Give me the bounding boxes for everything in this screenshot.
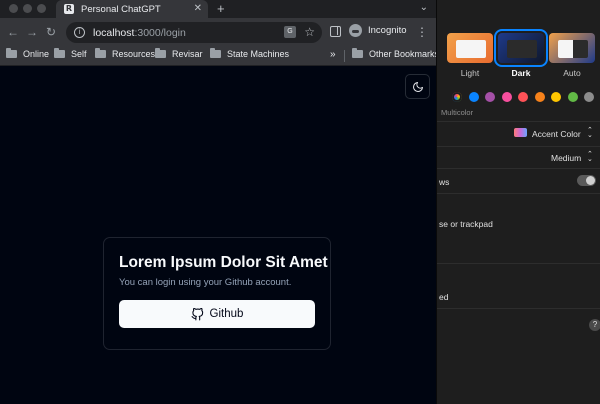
bookmark-folder-resources[interactable]: Resources (95, 48, 156, 59)
help-button[interactable]: ? (589, 319, 600, 331)
translate-icon[interactable]: G (284, 26, 296, 38)
settings-divider (437, 146, 600, 147)
folder-icon (95, 48, 106, 58)
folder-icon (210, 48, 221, 58)
browser-toolbar: ← → ↻ i localhost:3000/login G ☆ Incogni… (0, 18, 436, 46)
accent-color-value[interactable]: Accent Color (532, 129, 581, 139)
screen: R Personal ChatGPT ✕ + ⌄ ← → ↻ i localho… (0, 0, 600, 404)
url-path: :3000/login (134, 26, 186, 39)
tab-search-icon[interactable]: ⌄ (420, 2, 428, 13)
dark-window-preview (507, 40, 537, 58)
settings-row-trackpad: se or trackpad (439, 219, 493, 229)
theme-light-label: Light (460, 68, 480, 78)
github-login-button[interactable]: Github (119, 300, 315, 328)
settings-divider (437, 193, 600, 194)
theme-toggle-button[interactable] (405, 74, 430, 99)
settings-row-windows: ws (439, 177, 450, 187)
browser-tab[interactable]: R Personal ChatGPT ✕ (56, 0, 208, 18)
folder-icon (54, 48, 65, 58)
window-zoom-light[interactable] (37, 4, 46, 13)
accent-swatch[interactable] (551, 92, 561, 102)
settings-divider (437, 168, 600, 169)
new-tab-button[interactable]: + (217, 1, 225, 16)
theme-dark-label: Dark (511, 68, 531, 78)
window-minimize-light[interactable] (23, 4, 32, 13)
accent-swatch[interactable] (468, 92, 479, 102)
bookmark-label: State Machines (227, 49, 290, 59)
theme-dark-thumbnail[interactable] (494, 29, 548, 67)
theme-auto-label: Auto (563, 68, 581, 78)
back-button[interactable]: ← (7, 24, 19, 40)
folder-icon (155, 48, 166, 58)
accent-swatch[interactable] (534, 92, 545, 102)
auto-window-preview (558, 40, 588, 58)
multicolor-label: Multicolor (441, 108, 474, 117)
accent-stepper-icon[interactable]: ⌃ ⌄ (587, 127, 593, 139)
reload-button[interactable]: ↻ (46, 24, 56, 40)
bookmark-star-icon[interactable]: ☆ (304, 24, 315, 40)
accent-swatch[interactable] (584, 92, 594, 102)
bookmark-label: Other Bookmarks (369, 49, 440, 59)
light-window-preview (456, 40, 486, 58)
login-card: Lorem Ipsum Dolor Sit Amet You can login… (103, 237, 331, 350)
forward-button[interactable]: → (26, 24, 38, 40)
incognito-icon (349, 24, 362, 37)
bookmark-folder-online[interactable]: Online (6, 48, 50, 59)
settings-divider (437, 263, 600, 264)
accent-swatch[interactable] (485, 92, 495, 102)
bookmark-label: Resources (112, 49, 156, 59)
theme-light-thumbnail[interactable] (447, 33, 493, 63)
bookmarks-divider (344, 50, 345, 62)
browser-menu-icon[interactable]: ⋮ (416, 24, 428, 40)
bookmark-label: Self (71, 49, 87, 59)
folder-icon (6, 48, 17, 58)
site-info-icon[interactable]: i (74, 27, 85, 38)
settings-titlebar (437, 0, 600, 20)
accent-swatch[interactable] (452, 92, 462, 102)
settings-divider (437, 308, 600, 309)
github-button-label: Github (209, 308, 244, 320)
size-stepper-icon[interactable]: ⌃ ⌄ (587, 151, 593, 163)
login-subtitle: You can login using your Github account. (119, 277, 292, 288)
settings-row-ed: ed (439, 292, 449, 302)
accent-swatch[interactable] (518, 92, 528, 102)
settings-divider (437, 121, 600, 122)
bookmark-folder-self[interactable]: Self (54, 48, 87, 59)
theme-auto-thumbnail[interactable] (549, 33, 595, 63)
size-value[interactable]: Medium (551, 153, 581, 163)
tab-title: Personal ChatGPT (81, 3, 161, 15)
github-icon (191, 307, 203, 320)
close-tab-icon[interactable]: ✕ (194, 3, 202, 15)
incognito-indicator[interactable]: Incognito (349, 24, 407, 37)
accent-color-chip (514, 128, 527, 137)
login-page: Lorem Ipsum Dolor Sit Amet You can login… (0, 67, 436, 404)
accent-swatch[interactable] (567, 92, 578, 102)
bookmark-folder-state-machines[interactable]: State Machines (210, 48, 290, 59)
browser-window: R Personal ChatGPT ✕ + ⌄ ← → ↻ i localho… (0, 0, 440, 404)
side-panel-icon[interactable] (330, 26, 341, 37)
window-close-light[interactable] (9, 4, 18, 13)
tab-strip: R Personal ChatGPT ✕ + ⌄ (0, 0, 436, 18)
accent-swatch[interactable] (501, 92, 512, 102)
bookmark-label: Online (23, 49, 50, 59)
favicon-icon: R (64, 4, 74, 14)
toggle-knob (586, 176, 595, 185)
url-host: localhost (93, 26, 135, 39)
system-settings-window: Light Dark Auto Multicolor Accent Color … (436, 0, 600, 404)
bookmarks-bar: Online Self Resources Revisar State Mach… (0, 46, 440, 66)
bookmark-label: Revisar (172, 49, 203, 59)
more-bookmarks-chevron-icon[interactable]: » (330, 49, 336, 60)
bookmark-folder-revisar[interactable]: Revisar (155, 48, 203, 59)
url-text: localhost:3000/login (93, 27, 186, 39)
login-title: Lorem Ipsum Dolor Sit Amet (119, 254, 328, 271)
bookmark-folder-other[interactable]: Other Bookmarks (352, 48, 440, 59)
settings-toggle[interactable] (577, 175, 596, 186)
incognito-label: Incognito (368, 25, 407, 36)
moon-icon (412, 81, 423, 92)
folder-icon (352, 48, 363, 58)
address-bar[interactable]: i localhost:3000/login G ☆ (66, 22, 322, 43)
